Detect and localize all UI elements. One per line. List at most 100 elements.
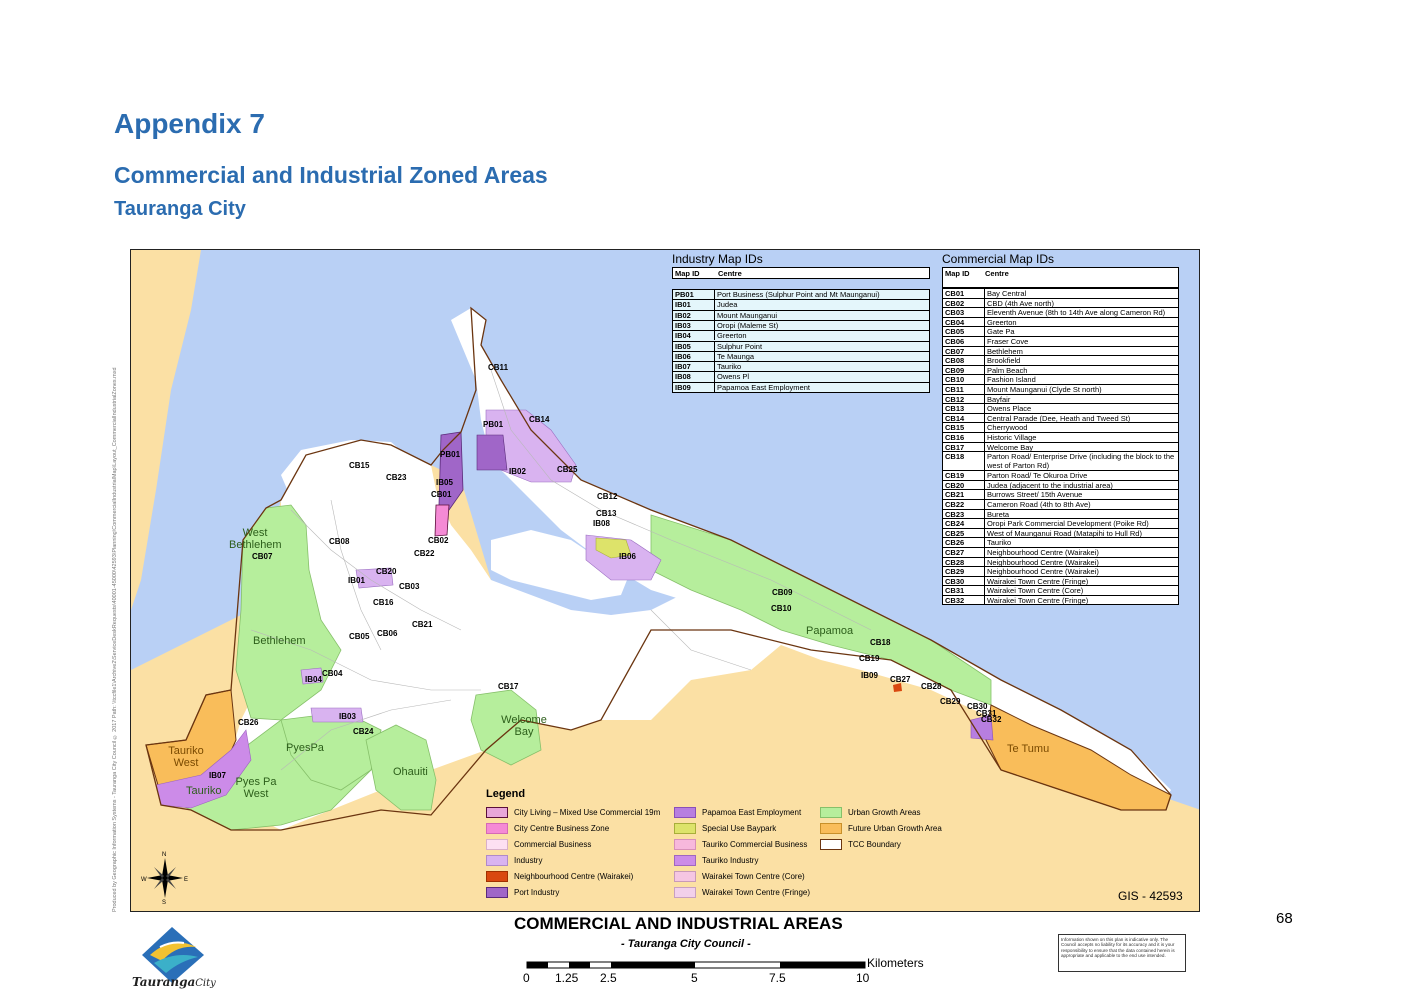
legend-label: Wairakei Town Centre (Core) [702,872,805,881]
north-arrow-icon: N S W E [141,852,188,904]
commercial-table-row-id: CB29 [943,567,985,576]
scale-tick-1: 1.25 [555,971,579,985]
legend-swatch [486,823,508,834]
commercial-table-row-id: CB04 [943,317,985,327]
commercial-table-row-centre: Neighbourhood Centre (Wairakei) [987,557,1099,567]
commercial-table-row: CB12 Bayfair [943,393,1178,404]
map-label-cb16: CB16 [373,598,394,607]
commercial-table-row: CB02 CBD (4th Ave north) [943,297,1178,307]
commercial-table-row-centre: Gate Pa [987,327,1015,336]
industry-table-row-centre: Judea [717,300,738,310]
commercial-table-row: CB18 Parton Road/ Enterprise Drive (inclu… [943,451,1178,471]
commercial-table-row: CB28 Neighbourhood Centre (Wairakei) [943,556,1178,567]
commercial-table-row: CB13 Owens Place [943,403,1178,413]
legend-item: Neighbourhood Centre (Wairakei) [486,871,633,882]
legend-swatch [820,823,842,834]
commercial-table-row-id: CB27 [943,548,985,557]
commercial-table-row-id: CB01 [943,289,985,298]
legend-label: Neighbourhood Centre (Wairakei) [514,872,634,881]
commercial-table-row-id: CB03 [943,308,985,317]
svg-text:S: S [162,900,166,904]
commercial-table-row-id: CB12 [943,394,985,403]
scale-tick-0: 0 [523,971,530,985]
industry-table-row-centre: Papamoa East Employment [717,382,810,392]
commercial-table-row: CB11 Mount Maunganui (Clyde St north) [943,384,1178,394]
legend-swatch [674,807,696,818]
commercial-table-row-centre: Bayfair [987,394,1011,404]
map-label-cb08: CB08 [329,537,350,546]
commercial-table-row: CB30 Wairakei Town Centre (Fringe) [943,575,1178,586]
scale-tick-5: 10 [856,971,870,985]
commercial-table-row: CB20 Judea (adjacent to the industrial ar… [943,479,1178,490]
map-label-cb09: CB09 [772,588,793,597]
commercial-table-row-centre: Parton Road/ Enterprise Drive (including… [987,452,1175,471]
industry-col-centre: Centre [718,269,742,278]
industry-table-row-centre: Owens Pl [717,372,750,382]
commercial-table-row-centre: Fraser Cove [987,337,1029,346]
logo-name: Tauranga [132,975,196,989]
page-title: Commercial and Industrial Zoned Areas [114,162,548,188]
map-label-ib06: IB06 [619,552,636,561]
legend-title: Legend [486,788,526,800]
commercial-table-row: CB09 Palm Beach [943,364,1178,375]
commercial-col-centre: Centre [985,269,1009,278]
commercial-table-row-centre: Wairakei Town Centre (Core) [987,586,1084,595]
legend-swatch [674,823,696,834]
map-label-cb01: CB01 [431,490,452,499]
commercial-table-body: CB01 Bay Central CB02 CBD (4th Ave north) CB… [942,288,1179,605]
area-label-pyes-pa-west: Pyes Pa West [235,776,277,800]
industry-table-body: PB01 Port Business (Sulphur Point and Mt … [672,289,930,393]
commercial-table-row: CB23 Bureta [943,508,1178,518]
industry-table-row: IB09 Papamoa East Employment [673,381,929,392]
scale-bar: 0 1.25 2.5 5 7.5 10 Kilometers [518,956,938,994]
commercial-table-row: CB05 Gate Pa [943,326,1178,336]
map-label-cb03: CB03 [399,582,420,591]
commercial-table-row-id: CB10 [943,375,985,384]
map-label-cb07: CB07 [252,552,273,561]
map-label-ib09: IB09 [861,671,878,680]
legend-swatch [486,855,508,866]
commercial-table-row-id: CB28 [943,557,985,566]
map-label-ib05: IB05 [436,478,453,487]
commercial-table-row-id: CB21 [943,490,985,499]
city-centre-zone [434,504,450,537]
svg-text:E: E [184,877,188,883]
legend-item: Industry [486,855,542,866]
commercial-table-row-centre: Bay Central [987,289,1027,298]
industry-table-row-centre: Mount Maunganui [717,310,778,320]
commercial-table-row: CB24 Oropi Park Commercial Development (P… [943,518,1178,528]
legend-swatch [674,855,696,866]
commercial-table-row-centre: Eleventh Avenue (8th to 14th Ave along C… [987,308,1166,317]
commercial-table-row: CB32 Wairakei Town Centre (Fringe) [943,595,1178,605]
legend-label: Papamoa East Employment [702,808,802,817]
commercial-table-row-centre: Owens Place [987,404,1032,413]
commercial-table-row: CB19 Parton Road/ Te Okuroa Drive [943,470,1178,480]
commercial-table-row-id: CB30 [943,576,985,586]
legend-swatch [820,839,842,850]
legend-item: Wairakei Town Centre (Core) [674,871,805,882]
commercial-table-row-centre: Parton Road/ Te Okuroa Drive [987,471,1088,480]
legend-item: Future Urban Growth Area [820,823,942,834]
commercial-table-row: CB27 Neighbourhood Centre (Wairakei) [943,547,1178,557]
scale-tick-3: 5 [691,971,698,985]
industry-table-row: IB08 Owens Pl [673,371,929,382]
area-label-tauriko-west: Tauriko West [168,745,204,769]
legend-item: TCC Boundary [820,839,901,850]
commercial-table-row-centre: Oropi Park Commercial Development (Poike… [987,519,1149,528]
legend-item: Wairakei Town Centre (Fringe) [674,887,810,898]
legend-swatch [486,839,508,850]
industry-table-row-id: IB06 [673,351,715,362]
industry-table-row-centre: Te Maunga [717,351,755,361]
commercial-table-row-centre: West of Maunganui Road (Matapihi to Hull… [987,528,1142,538]
industry-table-row: IB03 Oropi (Maleme St) [673,319,929,331]
commercial-table-row-id: CB02 [943,298,985,307]
commercial-table-row-id: CB20 [943,480,985,490]
commercial-table-row-id: CB23 [943,509,985,518]
legend-item: Special Use Baypark [674,823,776,834]
commercial-map-ids-table: Commercial Map IDs Map ID Centre CB01 Bay… [942,252,1179,606]
map-label-cb15: CB15 [349,461,370,470]
commercial-table-header: Map ID Centre [942,267,1179,288]
commercial-table-row: CB01 Bay Central [943,288,1178,298]
commercial-table-row-id: CB22 [943,500,985,509]
legend-swatch [486,871,508,882]
